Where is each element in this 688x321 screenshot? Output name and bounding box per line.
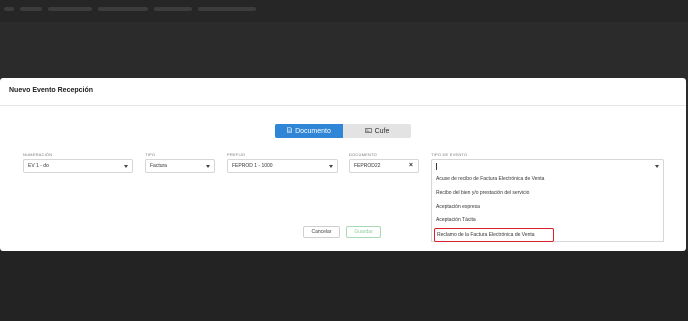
chevron-down-icon [124,165,128,168]
top-bar [0,0,688,22]
prefijo-select[interactable]: FEPROD 1 - 1000 [227,159,338,173]
documento-label-field: DOCUMENTO [349,152,377,157]
tipo-evento-select[interactable] [431,159,664,173]
documento-value: FEPROD22 [354,163,381,169]
numeracion-value: EV 1 - do [28,163,49,169]
breadcrumb-item [154,7,192,11]
breadcrumb [4,7,256,15]
documento-input[interactable]: FEPROD22 × [349,159,419,173]
tipo-value: Factura [150,163,167,169]
tipo-evento-field: TIPO DE EVENTO [431,152,664,173]
tipo-select[interactable]: Factura [145,159,215,173]
breadcrumb-item [98,7,148,11]
numeracion-field: NUMERACIÓN EV 1 - do [23,152,133,173]
breadcrumb-item [198,7,256,11]
dropdown-option-highlighted[interactable]: Reclamo de la Factura Electrónica de Ven… [434,228,554,242]
prefijo-field: PREFIJO FEPROD 1 - 1000 [227,152,338,173]
source-toggle: Documento Cufe [275,124,411,138]
modal-backdrop [0,251,688,321]
document-icon [287,127,292,135]
numeracion-select[interactable]: EV 1 - do [23,159,133,173]
save-button[interactable]: Guardar [346,226,381,238]
breadcrumb-item [48,7,92,11]
dropdown-option[interactable]: Aceptación Tácita [436,217,476,223]
tipo-evento-label: TIPO DE EVENTO [431,152,468,157]
text-cursor [436,163,437,170]
documento-label: Documento [295,127,331,135]
cufe-toggle-button[interactable]: Cufe [343,124,411,138]
tipo-label: TIPO [145,152,156,157]
chevron-down-icon [206,165,210,168]
chevron-down-icon [329,165,333,168]
dropdown-option[interactable]: Recibo del bien y/o prestación del servi… [436,190,529,196]
card-icon [364,127,372,135]
tipo-field: TIPO Factura [145,152,215,173]
close-icon[interactable]: × [409,162,413,169]
dropdown-option[interactable]: Aceptación expresa [436,204,480,210]
breadcrumb-item [20,7,42,11]
numeracion-label: NUMERACIÓN [23,152,53,157]
modal-header: Nuevo Evento Recepción [0,78,686,106]
documento-field: DOCUMENTO FEPROD22 × [349,152,419,173]
chevron-down-icon [655,165,659,168]
documento-toggle-button[interactable]: Documento [275,124,343,138]
dropdown-option[interactable]: Acuse de recibo de Factura Electrónica d… [436,176,544,182]
nuevo-evento-modal: Nuevo Evento Recepción Documento Cufe NU… [0,78,686,251]
prefijo-label: PREFIJO [227,152,246,157]
prefijo-value: FEPROD 1 - 1000 [232,163,273,169]
breadcrumb-item [4,7,14,11]
cufe-label: Cufe [374,127,390,135]
modal-title: Nuevo Evento Recepción [9,87,94,94]
tipo-evento-dropdown: Acuse de recibo de Factura Electrónica d… [431,172,664,242]
cancel-button[interactable]: Cancelar [303,226,340,238]
